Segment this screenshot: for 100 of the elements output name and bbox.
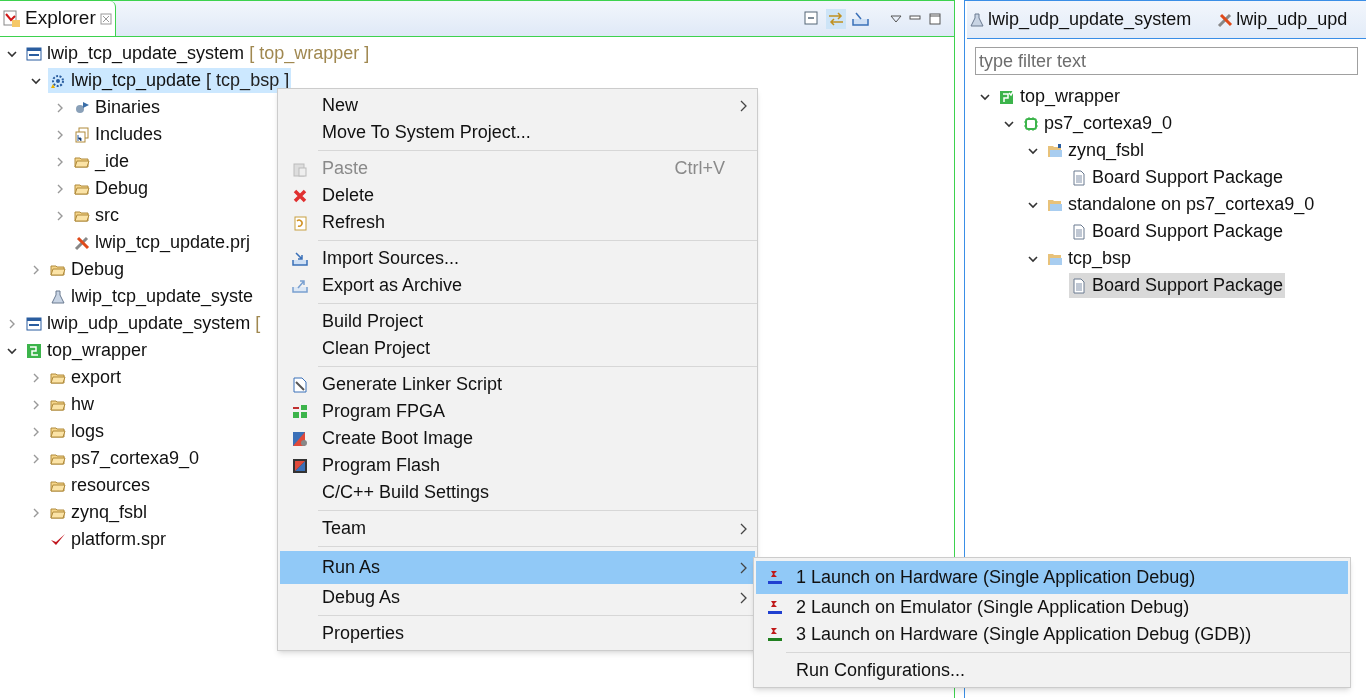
item-label: lwip_tcp_update_syste	[71, 285, 254, 309]
menu-item[interactable]: Export as Archive	[280, 272, 755, 299]
menu-item[interactable]: Run Configurations...	[756, 657, 1348, 684]
document-icon	[1071, 277, 1087, 294]
view-menu-icon[interactable]	[890, 13, 902, 24]
includes-icon	[74, 126, 90, 143]
tree-item[interactable]: zynq_fsbl	[1045, 138, 1147, 163]
editor-tab[interactable]: lwip_udp_upd	[1217, 6, 1348, 33]
explorer-icon	[3, 9, 21, 28]
tree-item[interactable]: platform.spr	[48, 527, 169, 552]
item-label: Board Support Package	[1092, 220, 1284, 243]
tree-item[interactable]: Board Support Package	[1069, 219, 1286, 244]
program-fpga-icon	[292, 403, 308, 420]
tree-item[interactable]: ps7_cortexa9_0	[48, 446, 202, 471]
menu-item[interactable]: Properties	[280, 620, 755, 647]
item-label: zynq_fsbl	[71, 501, 148, 525]
item-label: lwip_udp_update_system	[47, 312, 251, 336]
linker-script-icon	[292, 376, 308, 393]
tree-item[interactable]: Debug	[48, 257, 127, 282]
item-label: Includes	[95, 123, 163, 146]
hardware-icon	[26, 342, 42, 359]
item-label: zynq_fsbl	[1068, 139, 1145, 163]
item-label: platform.spr	[71, 528, 167, 551]
menu-item[interactable]: Program FPGA	[280, 398, 755, 425]
tree-item[interactable]: Binaries	[72, 95, 163, 120]
menu-item[interactable]: Refresh	[280, 209, 755, 236]
tree-item[interactable]: lwip_tcp_update.prj	[72, 230, 253, 255]
binaries-icon	[74, 99, 90, 116]
menu-item[interactable]: Build Project	[280, 308, 755, 335]
menu-item[interactable]: Program Flash	[280, 452, 755, 479]
tree-item[interactable]: src	[72, 203, 121, 228]
menu-item[interactable]: New	[280, 92, 755, 119]
tree-item[interactable]: resources	[48, 473, 153, 498]
item-label: Board Support Package	[1092, 274, 1284, 297]
menu-item[interactable]: C/C++ Build Settings	[280, 479, 755, 506]
program-flash-icon	[292, 457, 308, 474]
tree-item[interactable]: lwip_tcp_update_system [ top_wrapper ]	[24, 41, 372, 66]
import-icon[interactable]	[852, 10, 870, 27]
tree-item[interactable]: ps7_cortexa9_0	[1021, 111, 1175, 136]
import-icon	[292, 250, 308, 267]
editor-tab[interactable]: lwip_udp_update_system	[969, 6, 1192, 33]
menu-item[interactable]: Run As	[280, 551, 755, 584]
tools-icon	[74, 234, 90, 251]
link-icon[interactable]	[826, 8, 846, 29]
item-label: lwip_tcp_update_system	[47, 42, 245, 66]
menu-item[interactable]: 2 Launch on Emulator (Single Application Debug)	[756, 594, 1348, 621]
menu-item[interactable]: Create Boot Image	[280, 425, 755, 452]
system-project-icon	[26, 45, 42, 62]
tree-item[interactable]: lwip_tcp_update_syste	[48, 284, 256, 309]
item-label: ps7_cortexa9_0	[1044, 112, 1173, 136]
tree-item[interactable]: logs	[48, 419, 107, 444]
tree-item[interactable]: export	[48, 365, 124, 390]
tree-item[interactable]: tcp_bsp	[1045, 246, 1134, 271]
item-label: Debug	[71, 258, 125, 281]
item-label: src	[95, 204, 119, 227]
item-decoration: [	[255, 312, 261, 335]
item-label: lwip_tcp_update.prj	[95, 231, 251, 255]
item-label: ps7_cortexa9_0	[71, 447, 200, 471]
tree-item[interactable]: Debug	[72, 176, 151, 201]
hardware-icon	[999, 88, 1015, 105]
launch-icon	[767, 626, 783, 643]
clipboard-icon	[292, 160, 308, 177]
item-label: top_wrapper	[1020, 85, 1121, 109]
menu-item[interactable]: Generate Linker Script	[280, 371, 755, 398]
menu-item[interactable]: 1 Launch on Hardware (Single Application Debug)	[756, 561, 1348, 594]
menu-item[interactable]: Import Sources...	[280, 245, 755, 272]
tree-item[interactable]: top_wrapper	[24, 338, 150, 363]
item-label: logs	[71, 420, 105, 443]
flask-icon	[969, 11, 985, 28]
menu-item[interactable]: Team	[280, 515, 755, 542]
menu-item[interactable]: Clean Project	[280, 335, 755, 362]
flask-icon	[50, 288, 66, 305]
filter-field[interactable]: type filter text	[975, 47, 1358, 75]
item-label: lwip_tcp_update	[71, 69, 202, 93]
collapse-all-icon[interactable]	[804, 10, 820, 27]
tree-item[interactable]: Board Support Package	[1069, 273, 1286, 298]
tree-item[interactable]: Board Support Package	[1069, 165, 1286, 190]
menu-item[interactable]: Delete	[280, 182, 755, 209]
item-label: export	[71, 366, 122, 389]
tree-item[interactable]: lwip_udp_update_system [	[24, 311, 263, 336]
menu-item[interactable]: Debug As	[280, 584, 755, 611]
tree-item[interactable]: zynq_fsbl	[48, 500, 150, 525]
maximize-icon[interactable]	[928, 11, 942, 26]
item-label: resources	[71, 474, 151, 497]
menu-item[interactable]: 3 Launch on Hardware (Single Application Debug (GDB))	[756, 621, 1348, 648]
export-icon	[292, 277, 308, 294]
item-label: _ide	[95, 150, 130, 174]
folder-icon	[1047, 142, 1063, 159]
menu-item[interactable]: Move To System Project...	[280, 119, 755, 146]
close-icon[interactable]	[99, 12, 112, 25]
explorer-tab[interactable]: Explorer	[0, 1, 116, 36]
tree-item[interactable]: _ide	[72, 149, 132, 174]
tree-item[interactable]: Includes	[72, 122, 165, 147]
tree-item[interactable]: top_wrapper	[997, 84, 1123, 109]
chip-icon	[1023, 115, 1039, 132]
item-decoration: [ top_wrapper ]	[249, 42, 370, 66]
tree-item[interactable]: hw	[48, 392, 96, 417]
close-icon	[292, 187, 308, 204]
launch-icon	[767, 599, 783, 616]
tools-icon	[1217, 11, 1234, 28]
